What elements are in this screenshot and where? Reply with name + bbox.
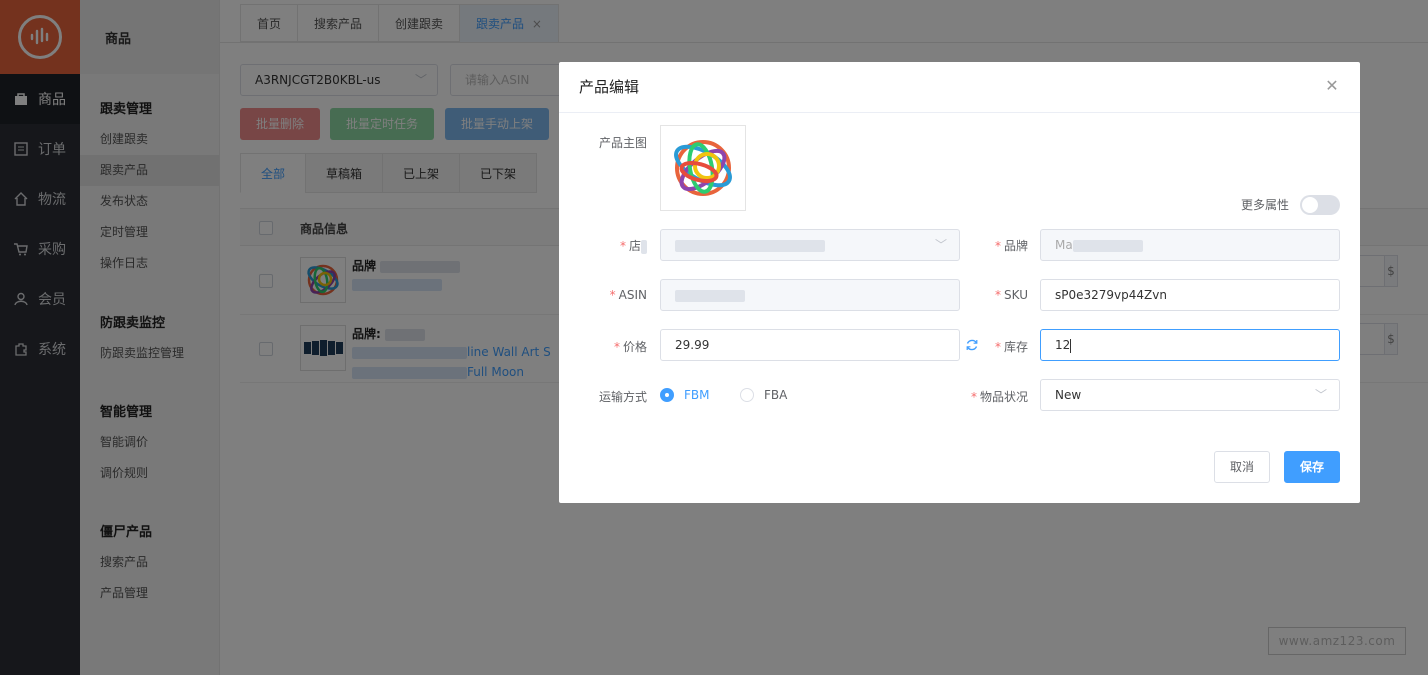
dialog-title: 产品编辑 — [559, 62, 1360, 113]
product-main-image[interactable] — [660, 125, 746, 211]
asin-label-text: ASIN — [618, 288, 647, 302]
product-edit-dialog: 产品编辑 ✕ 产品主图 更多属性 * 店 ﹀ * 品牌 Ma * ASIN * SKU … — [559, 62, 1360, 503]
chevron-down-icon: ﹀ — [934, 238, 947, 252]
store-select[interactable]: ﹀ — [660, 229, 960, 261]
price-label-text: 价格 — [622, 340, 647, 354]
redacted-text — [1072, 239, 1143, 252]
brand-label-text: 品牌 — [1003, 239, 1028, 253]
brand-value: Ma — [1055, 238, 1073, 252]
condition-label-text: 物品状况 — [979, 390, 1028, 404]
price-label: * 价格 — [613, 340, 647, 354]
main-image-label: 产品主图 — [598, 136, 647, 150]
sku-label-text: SKU — [1004, 288, 1028, 302]
close-icon[interactable]: ✕ — [1324, 78, 1340, 94]
redacted-text — [641, 239, 647, 254]
sku-input[interactable]: sP0e3279vp44Zvn — [1040, 279, 1340, 311]
radio-fbm[interactable] — [660, 388, 674, 402]
store-label-text: 店 — [628, 239, 641, 253]
brand-input: Ma — [1040, 229, 1340, 261]
brand-label: * 品牌 — [994, 239, 1028, 253]
asin-input — [660, 279, 960, 311]
radio-fba-label[interactable]: FBA — [764, 388, 787, 402]
stock-value: 12 — [1055, 338, 1071, 352]
stock-label: * 库存 — [994, 340, 1028, 354]
sku-label: * SKU — [995, 288, 1028, 302]
asin-label: * ASIN — [609, 288, 647, 302]
toggle-knob — [1302, 197, 1318, 213]
radio-fba[interactable] — [740, 388, 754, 402]
radio-fbm-label[interactable]: FBM — [684, 388, 710, 402]
save-button[interactable]: 保存 — [1284, 451, 1340, 483]
redacted-text — [675, 239, 825, 252]
stock-input[interactable]: 12 — [1040, 329, 1340, 361]
condition-value: New — [1055, 388, 1082, 402]
price-input[interactable]: 29.99 — [660, 329, 960, 361]
condition-label: * 物品状况 — [970, 390, 1028, 404]
shipping-label: 运输方式 — [598, 390, 647, 404]
more-attrs-label: 更多属性 — [1240, 198, 1289, 212]
redacted-text — [675, 289, 745, 302]
condition-select[interactable]: New ﹀ — [1040, 379, 1340, 411]
store-label: * 店 — [579, 237, 647, 254]
more-attrs-toggle[interactable] — [1300, 195, 1340, 215]
stock-label-text: 库存 — [1003, 340, 1028, 354]
text-cursor — [1070, 338, 1072, 353]
cancel-button[interactable]: 取消 — [1214, 451, 1270, 483]
chevron-down-icon: ﹀ — [1314, 388, 1327, 402]
